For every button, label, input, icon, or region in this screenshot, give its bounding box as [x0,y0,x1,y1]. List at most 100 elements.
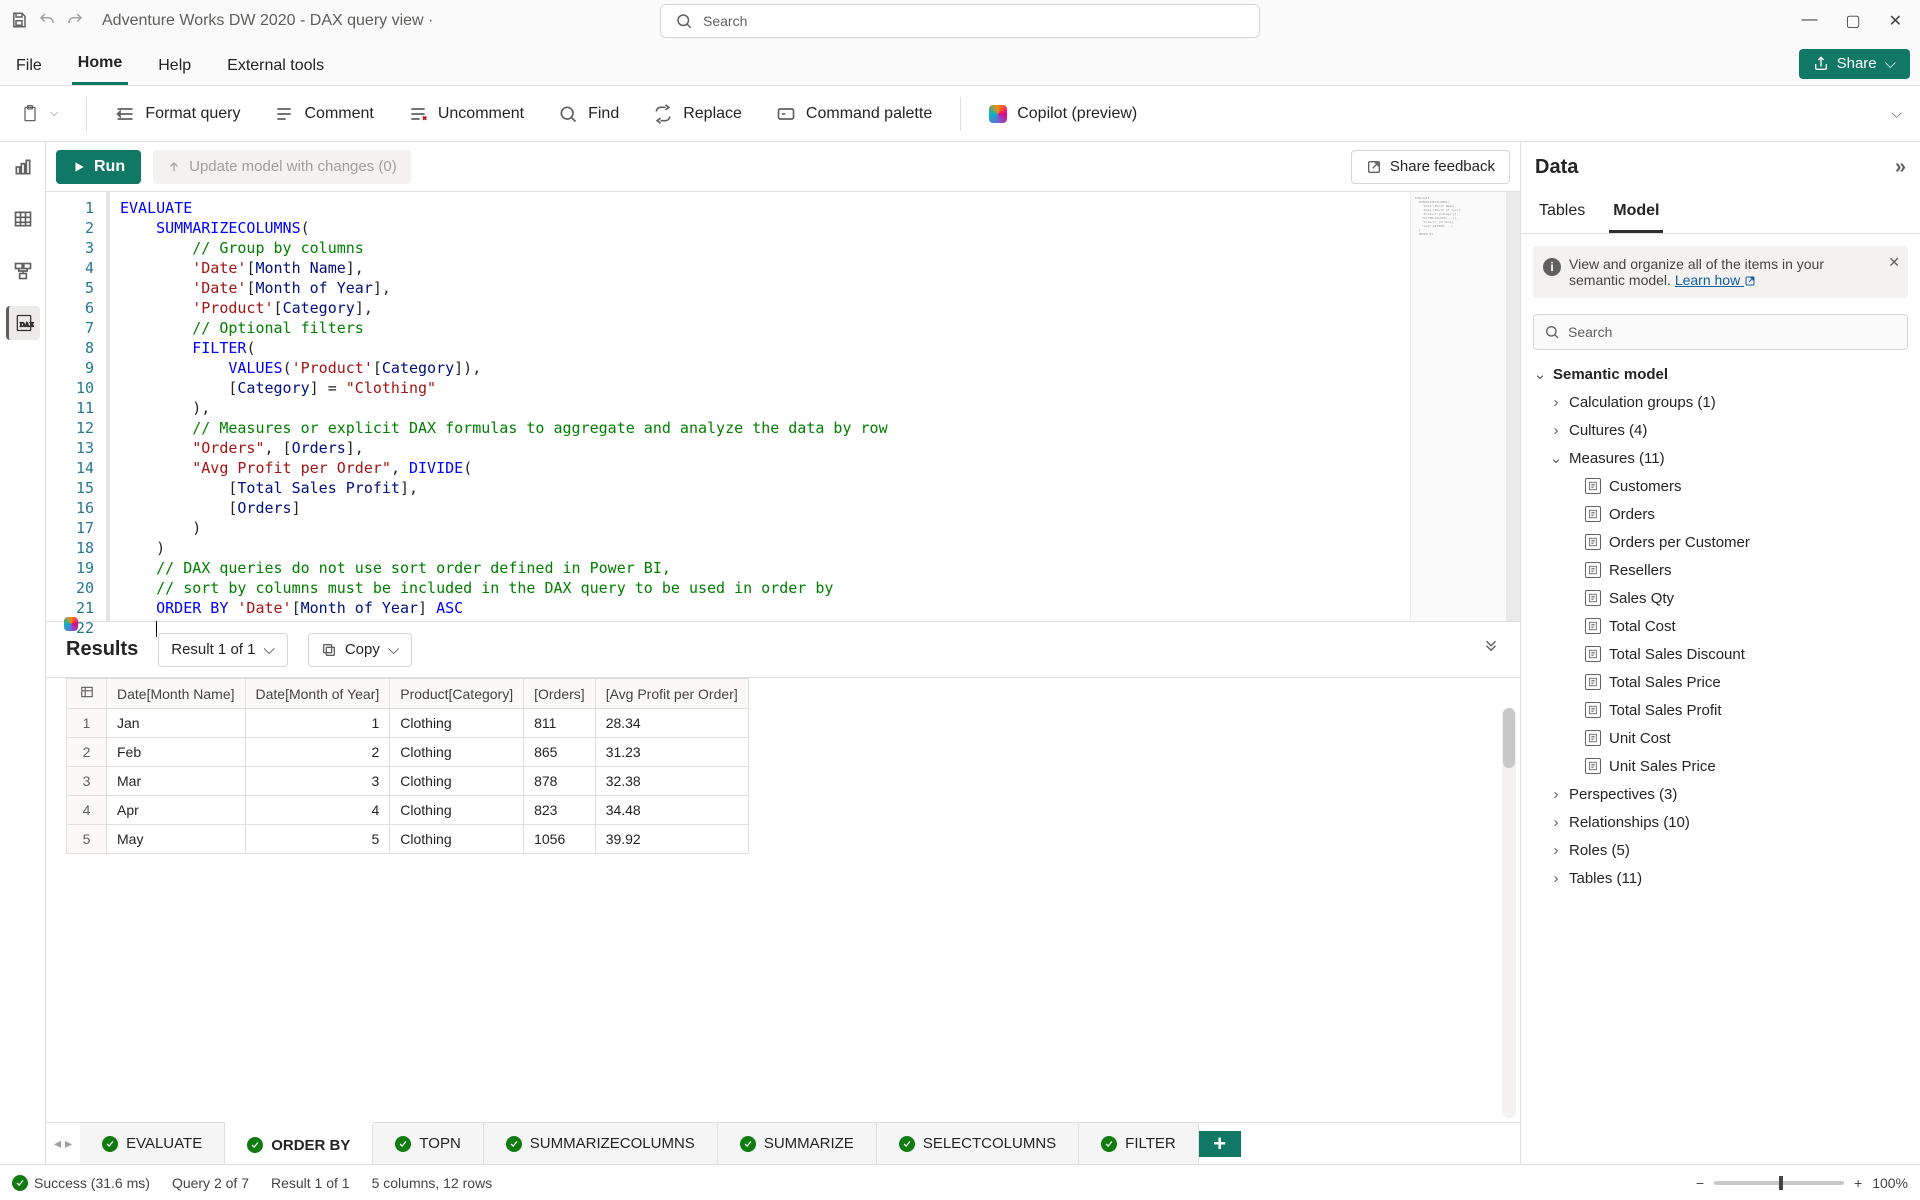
tab-next-icon[interactable]: ▸ [65,1135,72,1152]
replace-button[interactable]: Replace [643,98,752,130]
run-button[interactable]: Run [56,150,141,184]
share-button[interactable]: Share ⌵ [1799,49,1910,79]
command-palette-button[interactable]: Command palette [766,98,942,130]
add-query-tab[interactable]: + [1199,1131,1241,1157]
tab-help[interactable]: Help [152,47,197,85]
measure-icon [1585,506,1601,522]
save-icon[interactable] [10,11,28,32]
measure-icon [1585,562,1601,578]
tree-measures[interactable]: ⌄Measures (11) [1527,444,1914,472]
table-row[interactable]: 1Jan1Clothing81128.34 [67,709,749,738]
external-link-icon [1366,159,1382,175]
tree-measure-item[interactable]: Total Sales Profit [1527,696,1914,724]
uncomment-button[interactable]: Uncomment [398,98,534,130]
tree-measure-item[interactable]: Total Cost [1527,612,1914,640]
format-query-button[interactable]: Format query [105,98,250,130]
zoom-out-icon[interactable]: − [1696,1175,1704,1191]
dismiss-info-icon[interactable]: ✕ [1888,254,1900,271]
redo-icon[interactable] [66,11,84,32]
column-header[interactable]: [Avg Profit per Order] [595,679,748,709]
column-header[interactable]: Date[Month Name] [107,679,246,709]
tab-home[interactable]: Home [72,44,128,85]
tree-roles[interactable]: ›Roles (5) [1527,836,1914,864]
measure-icon [1585,646,1601,662]
tree-measure-item[interactable]: Sales Qty [1527,584,1914,612]
query-tab[interactable]: FILTER [1079,1123,1199,1164]
global-search[interactable]: Search [660,4,1260,38]
tree-perspectives[interactable]: ›Perspectives (3) [1527,780,1914,808]
tree-measure-item[interactable]: Orders per Customer [1527,528,1914,556]
collapse-panel-icon[interactable]: » [1895,156,1906,179]
undo-icon[interactable] [38,11,56,32]
query-tab[interactable]: ORDER BY [225,1123,373,1164]
model-tree[interactable]: ⌄Semantic model›Calculation groups (1)›C… [1521,360,1920,1164]
tab-model[interactable]: Model [1609,192,1663,233]
ribbon-collapse-icon[interactable]: ⌵ [1891,105,1910,122]
zoom-in-icon[interactable]: + [1854,1175,1862,1191]
uncomment-icon [408,104,428,124]
tab-file[interactable]: File [10,47,48,85]
table-row[interactable]: 5May5Clothing105639.92 [67,825,749,854]
minimize-icon[interactable]: — [1801,11,1817,31]
tree-measure-item[interactable]: Total Sales Price [1527,668,1914,696]
query-tab[interactable]: TOPN [373,1123,483,1164]
results-grid[interactable]: Date[Month Name]Date[Month of Year]Produ… [46,678,1520,1122]
comment-icon [274,104,294,124]
column-header[interactable]: [Orders] [524,679,596,709]
tree-relationships[interactable]: ›Relationships (10) [1527,808,1914,836]
tree-calc-groups[interactable]: ›Calculation groups (1) [1527,388,1914,416]
column-header[interactable]: Product[Category] [390,679,524,709]
copilot-line-icon[interactable] [64,617,78,631]
dax-editor[interactable]: 12345678910111213141516171819202122 EVAL… [46,192,1520,622]
model-search[interactable]: Search [1533,314,1908,350]
share-icon [1813,56,1829,72]
table-row[interactable]: 3Mar3Clothing87832.38 [67,767,749,796]
search-icon [558,104,578,124]
tree-measure-item[interactable]: Resellers [1527,556,1914,584]
tree-measure-item[interactable]: Unit Sales Price [1527,752,1914,780]
table-view-button[interactable] [6,202,40,236]
comment-button[interactable]: Comment [264,98,383,130]
update-model-button[interactable]: Update model with changes (0) [153,150,411,184]
minimap[interactable]: EVALUATE SUMMARIZECOLUMNS( 'Date'[Month … [1410,192,1520,621]
tree-measure-item[interactable]: Unit Cost [1527,724,1914,752]
tree-measure-item[interactable]: Customers [1527,472,1914,500]
tab-external-tools[interactable]: External tools [221,47,330,85]
query-tab[interactable]: SUMMARIZECOLUMNS [484,1123,718,1164]
tree-root[interactable]: ⌄Semantic model [1527,360,1914,388]
collapse-results-icon[interactable] [1482,639,1500,660]
query-tab[interactable]: SELECTCOLUMNS [877,1123,1079,1164]
table-row[interactable]: 4Apr4Clothing82334.48 [67,796,749,825]
search-icon [1544,324,1560,340]
tree-measure-item[interactable]: Total Sales Discount [1527,640,1914,668]
copilot-button[interactable]: Copilot (preview) [979,99,1147,129]
query-tab[interactable]: SUMMARIZE [718,1123,877,1164]
dax-view-button[interactable]: DAX [6,306,40,340]
upload-icon [167,160,181,174]
query-tab[interactable]: EVALUATE [80,1123,225,1164]
zoom-level: 100% [1872,1175,1908,1191]
chevron-down-icon: ⌵ [1885,55,1896,72]
scrollbar[interactable] [1502,708,1516,1118]
view-strip: DAX [0,142,46,1164]
maximize-icon[interactable]: ▢ [1845,11,1860,31]
data-panel: Data » Tables Model i View and organize … [1520,142,1920,1164]
tree-tables[interactable]: ›Tables (11) [1527,864,1914,892]
tree-cultures[interactable]: ›Cultures (4) [1527,416,1914,444]
tab-tables[interactable]: Tables [1535,192,1589,233]
model-view-button[interactable] [6,254,40,288]
find-button[interactable]: Find [548,98,629,130]
share-feedback-button[interactable]: Share feedback [1351,150,1510,184]
table-row[interactable]: 2Feb2Clothing86531.23 [67,738,749,767]
learn-how-link[interactable]: Learn how [1675,272,1756,288]
zoom-slider[interactable] [1714,1181,1844,1185]
report-view-button[interactable] [6,150,40,184]
paste-button[interactable]: ⌵ [10,98,68,130]
tab-prev-icon[interactable]: ◂ [54,1135,61,1152]
column-header[interactable] [67,679,107,709]
code-content[interactable]: EVALUATE SUMMARIZECOLUMNS( // Group by c… [106,192,1410,621]
tree-measure-item[interactable]: Orders [1527,500,1914,528]
column-header[interactable]: Date[Month of Year] [245,679,390,709]
measure-icon [1585,702,1601,718]
close-icon[interactable]: ✕ [1889,11,1902,31]
